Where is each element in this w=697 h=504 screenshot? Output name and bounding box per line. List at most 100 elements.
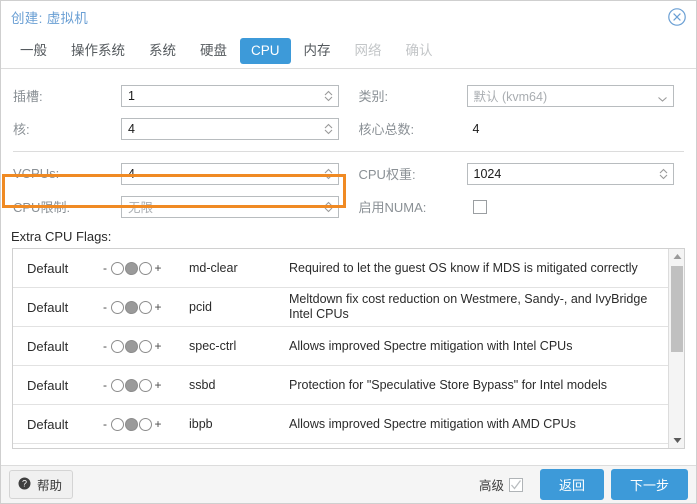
question-mark-icon: ?	[18, 477, 31, 493]
flag-tristate-toggle[interactable]: - +	[101, 261, 189, 275]
vcpus-input[interactable]: 4	[121, 162, 339, 185]
spinner-icon[interactable]	[323, 200, 334, 214]
flag-state: Default	[27, 377, 69, 393]
dot-on[interactable]	[139, 261, 152, 275]
tab-confirm: 确认	[405, 42, 433, 58]
field-total-cores: 核心总数: 4	[349, 119, 685, 138]
dot-off[interactable]	[111, 378, 124, 392]
close-icon[interactable]	[667, 7, 687, 27]
advanced-toggle[interactable]: 高级	[479, 475, 523, 494]
flag-state: Default	[27, 416, 69, 432]
cpu-form: 插槽: 1 类别: 默认 (kvm64) 核: 4 核心总数: 4	[1, 69, 696, 208]
extra-cpu-flags-label: Extra CPU Flags:	[11, 229, 112, 244]
tab-system[interactable]: 系统	[138, 38, 187, 64]
cores-input[interactable]: 4	[121, 117, 339, 140]
plus-sign: +	[154, 300, 162, 314]
form-row-vcpus-weight: VCPUs: 4 CPU权重: 1024	[13, 157, 684, 190]
spinner-icon[interactable]	[658, 167, 669, 181]
dot-off[interactable]	[111, 417, 124, 431]
minus-sign: -	[103, 378, 107, 392]
back-button[interactable]: 返回	[539, 469, 604, 500]
flag-name: ibpb	[189, 417, 213, 431]
dot-on[interactable]	[139, 339, 152, 353]
tab-cpu[interactable]: CPU	[240, 37, 291, 64]
tab-disk[interactable]: 硬盘	[189, 38, 238, 64]
minus-sign: -	[103, 300, 107, 314]
next-button[interactable]: 下一步	[610, 469, 688, 500]
vcpus-value: 4	[128, 166, 135, 181]
flag-description: Required to let the guest OS know if MDS…	[289, 260, 638, 275]
table-row[interactable]: Default - + ibpb Allows improved Spectre…	[13, 405, 668, 444]
flag-state: Default	[27, 338, 69, 354]
dot-default[interactable]	[125, 378, 138, 392]
tristate-dots[interactable]	[111, 261, 152, 275]
plus-sign: +	[154, 339, 162, 353]
cpu-weight-value: 1024	[473, 166, 502, 181]
field-vcpus: VCPUs: 4	[13, 162, 349, 185]
cores-value: 4	[128, 121, 135, 136]
dot-on[interactable]	[139, 300, 152, 314]
create-vm-dialog: 创建: 虚拟机 一般 操作系统 系统 硬盘 CPU 内存 网络 确认 插槽: 1	[0, 0, 697, 504]
field-cpu-weight: CPU权重: 1024	[349, 162, 685, 185]
flag-tristate-toggle[interactable]: - +	[101, 378, 189, 392]
cpu-limit-input[interactable]: 无限	[121, 195, 339, 218]
dot-default[interactable]	[125, 417, 138, 431]
help-label: 帮助	[37, 479, 63, 493]
form-row-cores-total: 核: 4 核心总数: 4	[13, 112, 684, 145]
flag-tristate-toggle[interactable]: - +	[101, 300, 189, 314]
dot-off[interactable]	[111, 300, 124, 314]
table-row[interactable]: Default - + virt-ssbd Basis for "Specula…	[13, 444, 668, 448]
scrollbar-thumb[interactable]	[671, 266, 683, 352]
svg-text:?: ?	[22, 478, 27, 488]
table-row[interactable]: Default - + ssbd Protection for "Specula…	[13, 366, 668, 405]
dot-default[interactable]	[125, 339, 138, 353]
flag-tristate-toggle[interactable]: - +	[101, 339, 189, 353]
table-row[interactable]: Default - + pcid Meltdown fix cost reduc…	[13, 288, 668, 327]
help-button[interactable]: ? 帮助	[9, 470, 74, 499]
table-row[interactable]: Default - + md-clear Required to let the…	[13, 249, 668, 288]
advanced-checkbox[interactable]	[508, 477, 523, 492]
total-cores-value: 4	[472, 121, 480, 136]
sockets-input[interactable]: 1	[121, 84, 339, 107]
enable-numa-label: 启用NUMA:	[358, 200, 427, 215]
field-category: 类别: 默认 (kvm64)	[349, 84, 685, 107]
minus-sign: -	[103, 261, 107, 275]
table-row[interactable]: Default - + spec-ctrl Allows improved Sp…	[13, 327, 668, 366]
cpu-form-advanced: VCPUs: 4 CPU权重: 1024 CPU限制: 无限 启用NUMA:	[1, 157, 696, 223]
field-cpu-limit: CPU限制: 无限	[13, 195, 349, 218]
cpu-weight-label: CPU权重:	[358, 167, 416, 182]
dot-off[interactable]	[111, 261, 124, 275]
flag-tristate-toggle[interactable]: - +	[101, 417, 189, 431]
tab-network: 网络	[354, 42, 382, 58]
scroll-down-icon[interactable]	[669, 433, 684, 448]
enable-numa-checkbox[interactable]	[472, 199, 487, 214]
form-divider	[13, 151, 684, 152]
scroll-up-icon[interactable]	[669, 249, 684, 264]
tristate-dots[interactable]	[111, 378, 152, 392]
spinner-icon[interactable]	[323, 167, 334, 181]
tristate-dots[interactable]	[111, 417, 152, 431]
cpu-limit-value: 无限	[128, 201, 154, 215]
vcpus-label: VCPUs:	[13, 166, 60, 181]
table-scrollbar[interactable]	[668, 249, 684, 448]
advanced-label: 高级	[478, 479, 504, 493]
tab-general[interactable]: 一般	[9, 38, 58, 64]
cpu-weight-input[interactable]: 1024	[466, 162, 674, 185]
tristate-dots[interactable]	[111, 339, 152, 353]
dot-default[interactable]	[125, 261, 138, 275]
flag-description: Protection for "Speculative Store Bypass…	[289, 377, 608, 392]
dot-default[interactable]	[125, 300, 138, 314]
dot-on[interactable]	[139, 417, 152, 431]
dot-on[interactable]	[139, 378, 152, 392]
form-row-sockets-category: 插槽: 1 类别: 默认 (kvm64)	[13, 79, 684, 112]
spinner-icon[interactable]	[323, 122, 334, 136]
category-select[interactable]: 默认 (kvm64)	[466, 84, 674, 107]
dialog-title: 创建: 虚拟机	[11, 11, 89, 26]
tab-os[interactable]: 操作系统	[60, 38, 136, 64]
tab-memory[interactable]: 内存	[293, 38, 342, 64]
spinner-icon[interactable]	[323, 89, 334, 103]
tristate-dots[interactable]	[111, 300, 152, 314]
dot-off[interactable]	[111, 339, 124, 353]
chevron-down-icon[interactable]	[657, 92, 668, 102]
cpu-flags-rows: Default - + md-clear Required to let the…	[13, 249, 668, 448]
